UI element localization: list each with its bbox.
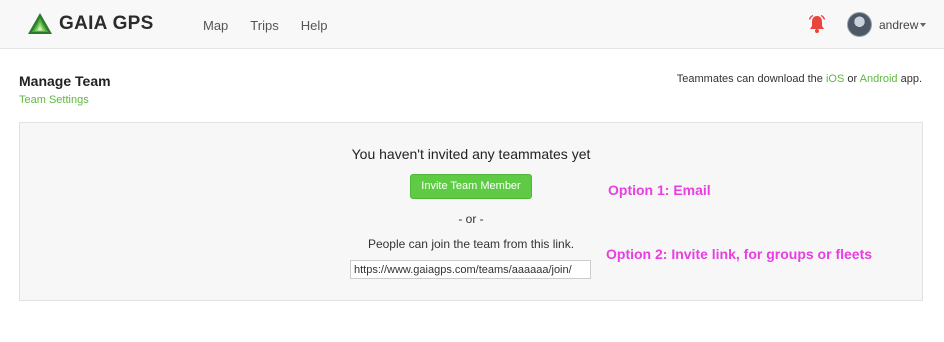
brand-logo[interactable]: GAIA GPS [27, 12, 154, 36]
download-note-prefix: Teammates can download the [676, 73, 826, 85]
user-name[interactable]: andrew [879, 18, 918, 32]
nav-map[interactable]: Map [203, 18, 228, 33]
download-note-middle: or [844, 73, 860, 85]
ios-app-link[interactable]: iOS [826, 73, 844, 85]
annotation-option-email: Option 1: Email [608, 182, 711, 198]
invite-panel: You haven't invited any teammates yet In… [19, 122, 923, 301]
or-divider: - or - [458, 212, 484, 226]
gaia-mountain-logo-icon [28, 13, 52, 34]
page-title: Manage Team [19, 73, 111, 89]
user-avatar[interactable] [847, 12, 872, 37]
download-note-suffix: app. [897, 73, 922, 85]
nav-trips[interactable]: Trips [250, 18, 278, 33]
empty-team-message: You haven't invited any teammates yet [351, 146, 591, 162]
top-navbar: GAIA GPS Map Trips Help andrew [0, 0, 944, 49]
invite-link-field[interactable] [350, 260, 591, 279]
team-settings-link[interactable]: Team Settings [19, 94, 89, 106]
chevron-down-icon[interactable] [920, 23, 926, 27]
invite-team-member-button[interactable]: Invite Team Member [410, 174, 532, 199]
main-nav: Map Trips Help [203, 18, 349, 33]
download-note: Teammates can download the iOS or Androi… [677, 73, 922, 85]
android-app-link[interactable]: Android [860, 73, 898, 85]
annotation-option-link: Option 2: Invite link, for groups or fle… [606, 246, 873, 262]
nav-help[interactable]: Help [301, 18, 328, 33]
bell-icon[interactable] [807, 14, 827, 34]
brand-name: GAIA GPS [59, 13, 154, 34]
